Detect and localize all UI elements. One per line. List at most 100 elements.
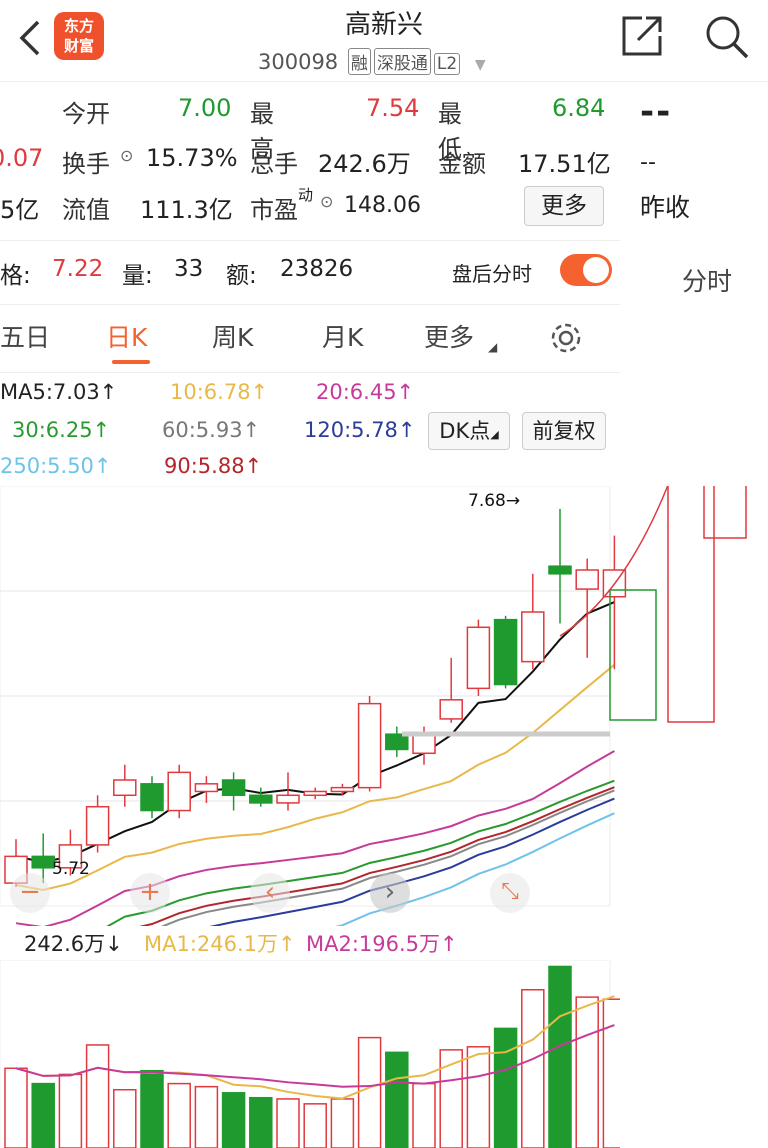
tag-connect: 深股通 (373, 48, 431, 75)
ah-amt-label: 额: (226, 263, 257, 289)
stock-code: 300098 (258, 50, 339, 74)
vol-ma1-text: MA1:246.1万↑ (144, 932, 296, 956)
tab-underline (112, 360, 150, 364)
candle-body (521, 611, 545, 663)
ma20-text: 20:6.45↑ (316, 380, 415, 404)
prev-close-label: 昨收 (640, 193, 691, 222)
after-hours-row: 格: 7.22 量: 33 额: 23826 盘后分时 (0, 256, 560, 289)
candle-body (412, 733, 436, 755)
candle-body (85, 805, 110, 846)
ma250-text: 250:5.50↑ (0, 454, 112, 478)
tab-five-day[interactable]: 五日 (0, 318, 50, 354)
quote-row-1: 今开 7.00 最高 7.54 最低 6.84 (62, 94, 605, 163)
ah-price-label: 格: (0, 263, 31, 289)
after-hours-toggle[interactable] (560, 254, 612, 286)
pan-right-button[interactable]: › (370, 873, 410, 913)
volume-bar (330, 1098, 355, 1148)
right-dash-small: -- (640, 150, 656, 175)
candle-body (330, 786, 355, 793)
pan-left-button[interactable]: ‹ (250, 873, 290, 913)
projection-box-green (609, 589, 657, 721)
volume-text: 242.6万↓ (24, 932, 123, 956)
zoom-in-button[interactable]: + (130, 873, 170, 913)
turnover-label: 换手 (62, 150, 110, 178)
projection-box-red (703, 486, 747, 539)
amount-label: 金额 (438, 150, 486, 178)
volume-bar (385, 1051, 409, 1148)
pe-sup: 动 (298, 186, 314, 204)
chevron-down-icon[interactable]: ▼ (475, 57, 486, 73)
ah-amt: 23826 (280, 256, 354, 282)
ma120-text: 120:5.78↑ (304, 418, 416, 442)
caret-icon: ◢ (488, 340, 498, 354)
zoom-out-button[interactable]: − (10, 873, 50, 913)
candle-body (167, 771, 191, 812)
info-icon[interactable]: ⊙ (120, 146, 133, 165)
right-dash-big: -- (640, 92, 673, 132)
pe-value: 148.06 (344, 193, 421, 218)
share-icon[interactable] (620, 14, 664, 58)
dk-point-label: DK点 (439, 419, 491, 443)
volume-bar (357, 1036, 382, 1148)
volume-bar (140, 1069, 164, 1148)
projection-box-red (667, 486, 715, 723)
stock-code-line: 300098 融深股通 L2 ▼ (258, 48, 486, 75)
dk-point-button[interactable]: DK点◢ (428, 412, 510, 450)
kline-chart[interactable]: 7.68→ 5.72 (0, 486, 768, 926)
candle-body (31, 855, 55, 869)
tab-daily-k[interactable]: 日K (106, 318, 147, 354)
divider (0, 240, 620, 241)
tag-level2: L2 (433, 53, 461, 75)
volume-chart (0, 960, 620, 1148)
quote-row-2: 0.07 换手 ⊙ 15.73% 总手 242.6万 金额 17.51亿 (0, 144, 620, 178)
ma90-text: 90:5.88↑ (164, 454, 263, 478)
search-icon[interactable] (704, 14, 750, 60)
pe-label: 市盈 (250, 196, 298, 224)
tab-weekly-k[interactable]: 周K (212, 318, 253, 354)
ma30-text: 30:6.25↑ (12, 418, 111, 442)
pe-info-icon[interactable]: ⊙ (320, 192, 333, 211)
low-value: 6.84 (552, 94, 606, 122)
ah-toggle-label: 盘后分时 (452, 262, 532, 286)
turnover-value: 15.73% (146, 144, 238, 172)
float-label: 流值 (62, 196, 110, 224)
volume-value: 242.6万 (318, 150, 411, 178)
volume-bar (85, 1044, 110, 1148)
tab-intraday[interactable]: 分时 (682, 262, 732, 298)
volume-bar (602, 998, 620, 1148)
gear-icon[interactable] (548, 320, 584, 356)
candle-body (303, 790, 327, 797)
volume-bar (4, 1067, 28, 1148)
amount-value: 17.51亿 (518, 150, 611, 178)
volume-bar (31, 1082, 55, 1148)
candle-body (575, 569, 599, 590)
candle-body (493, 618, 518, 686)
volume-bar (466, 1046, 491, 1148)
fullscreen-button[interactable]: ⤡ (490, 873, 530, 913)
adjust-button[interactable]: 前复权 (522, 412, 606, 450)
high-value: 7.54 (366, 94, 420, 122)
open-label: 今开 (62, 100, 110, 128)
volume-bar (548, 965, 572, 1148)
volume-bar (412, 1082, 436, 1148)
low-mark-label: 5.72 (52, 859, 90, 879)
high-mark-label: 7.68→ (468, 491, 520, 511)
tab-monthly-k[interactable]: 月K (322, 318, 363, 354)
tab-more[interactable]: 更多 (424, 318, 474, 354)
float-value: 111.3亿 (140, 196, 233, 224)
ah-price: 7.22 (52, 256, 104, 282)
candle-body (221, 779, 246, 797)
vol-ma2-text: MA2:196.5万↑ (306, 932, 458, 956)
volume-bar (493, 1027, 518, 1148)
candle-body (439, 699, 463, 720)
candle-body (357, 702, 382, 789)
ah-qty-label: 量: (122, 263, 153, 289)
volume-bar (167, 1082, 191, 1148)
more-button[interactable]: 更多 (524, 186, 604, 226)
candle-body (194, 783, 219, 793)
ma10-text: 10:6.78↑ (170, 380, 269, 404)
candle-body (548, 565, 572, 575)
top-bar: 东方 财富 高新兴 300098 融深股通 L2 ▼ (0, 0, 768, 82)
divider (0, 304, 620, 305)
volume-bar (221, 1092, 246, 1148)
